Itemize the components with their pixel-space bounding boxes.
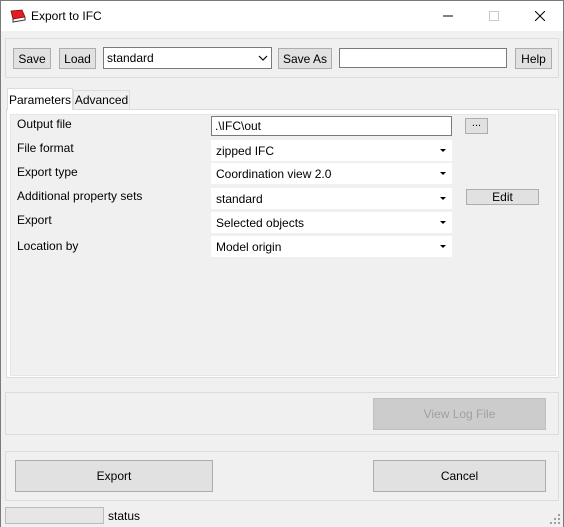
export-label: Export	[17, 213, 52, 227]
export-type-value: Coordination view 2.0	[216, 166, 332, 181]
file-format-select[interactable]: zipped IFC	[211, 140, 452, 161]
settings-toolbar: Save Load standard Save As Help	[5, 38, 559, 78]
window-title: Export to IFC	[31, 9, 102, 23]
property-sets-label: Additional property sets	[17, 189, 143, 203]
location-by-value: Model origin	[216, 239, 282, 254]
chevron-down-icon	[440, 245, 446, 248]
status-bar: status	[1, 505, 563, 527]
export-value: Selected objects	[216, 215, 305, 230]
export-type-select[interactable]: Coordination view 2.0	[211, 163, 452, 184]
file-format-value: zipped IFC	[216, 143, 275, 158]
chevron-down-icon	[440, 149, 446, 152]
chevron-down-icon	[440, 197, 446, 200]
location-by-select[interactable]: Model origin	[211, 236, 452, 257]
chevron-down-icon	[440, 172, 446, 175]
tab-advanced[interactable]: Advanced	[73, 90, 130, 109]
save-as-button[interactable]: Save As	[278, 48, 332, 69]
property-sets-value: standard	[216, 191, 263, 206]
maximize-icon	[489, 11, 499, 21]
tab-parameters[interactable]: Parameters	[7, 88, 73, 110]
output-file-input[interactable]: .\IFC\out	[211, 116, 452, 136]
view-log-file-button[interactable]: View Log File	[373, 398, 546, 430]
save-button[interactable]: Save	[13, 48, 51, 69]
property-sets-select[interactable]: standard	[211, 188, 452, 209]
export-select[interactable]: Selected objects	[211, 212, 452, 233]
load-button[interactable]: Load	[59, 48, 96, 69]
close-icon	[535, 11, 545, 21]
chevron-down-icon	[258, 55, 268, 61]
chevron-down-icon	[440, 221, 446, 224]
export-to-ifc-window: Export to IFC Save Load standard Save As…	[0, 0, 564, 527]
browse-button[interactable]: ...	[465, 118, 488, 134]
minimize-icon	[443, 15, 453, 17]
status-progress-bar	[5, 507, 104, 524]
ifc-export-icon	[10, 9, 27, 23]
save-as-name-input[interactable]	[339, 48, 507, 68]
resize-grip-icon[interactable]	[550, 514, 560, 524]
status-text: status	[108, 509, 141, 523]
export-button[interactable]: Export	[15, 460, 213, 492]
edit-property-sets-button[interactable]: Edit	[466, 189, 539, 205]
location-by-label: Location by	[17, 239, 79, 253]
file-format-label: File format	[17, 141, 74, 155]
close-button[interactable]	[517, 1, 563, 31]
minimize-button[interactable]	[425, 1, 471, 31]
settings-select[interactable]: standard	[103, 47, 272, 69]
help-button[interactable]: Help	[515, 48, 552, 69]
settings-select-value: standard	[107, 51, 154, 65]
title-bar: Export to IFC	[1, 1, 563, 31]
export-type-label: Export type	[17, 165, 78, 179]
cancel-button[interactable]: Cancel	[373, 460, 546, 492]
maximize-button[interactable]	[471, 1, 517, 31]
output-file-label: Output file	[17, 117, 72, 131]
